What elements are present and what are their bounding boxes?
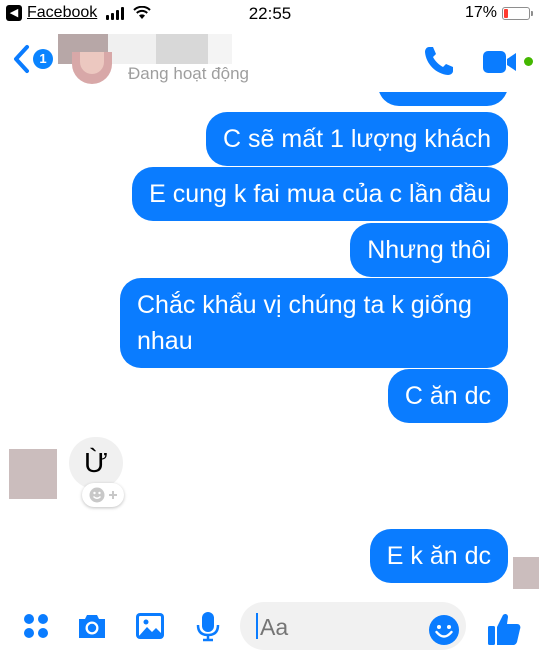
avatar-face [80,52,104,74]
online-indicator [524,57,533,66]
text-caret [256,613,258,639]
apps-grid-icon[interactable] [20,610,52,642]
microphone-icon[interactable] [192,610,224,642]
message-bubble-outgoing[interactable]: E cung k fai mua của c lần đầu [132,167,508,221]
message-bubble-outgoing[interactable]: Chắc khẩu vị chúng ta k giống nhau [120,278,508,368]
message-bubble-outgoing[interactable]: C sẽ mất 1 lượng khách [206,112,508,166]
contact-avatar[interactable] [72,52,112,84]
battery-status: 17% [464,4,533,22]
message-bubble-outgoing[interactable]: Nhưng thôi [350,223,508,277]
emoji-icon[interactable] [428,614,460,646]
photo-icon[interactable] [134,610,166,642]
back-button[interactable]: 1 [12,44,53,74]
clock: 22:55 [248,4,292,23]
phone-icon[interactable] [422,44,456,78]
seen-receipt-avatar-redacted [513,557,539,589]
contact-status: Đang hoạt động [128,64,249,83]
battery-percent: 17% [464,4,497,21]
message-input[interactable] [260,614,410,641]
message-bubble-incoming[interactable]: Ừ [69,437,123,489]
camera-icon[interactable] [76,610,108,642]
thumbs-up-icon[interactable] [486,611,522,647]
conversation-header: 1 Đang hoạt động [0,30,540,92]
video-camera-icon[interactable] [482,48,518,76]
message-bubble-outgoing[interactable]: C ăn dc [387,369,508,423]
add-reaction-icon [89,487,117,503]
sender-avatar-redacted [9,449,57,499]
message-bubble-outgoing[interactable]: E k ăn dc [369,529,508,583]
status-bar: ◀ Facebook 22:55 17% [0,0,540,30]
message-bubble-partial[interactable] [378,92,508,106]
back-chevron-icon [14,45,29,73]
battery-icon [502,6,533,20]
message-list[interactable]: C sẽ mất 1 lượng khách E cung k fai mua … [0,92,540,596]
battery-fill [504,8,509,18]
add-reaction-button[interactable] [82,483,124,507]
unread-badge: 1 [33,49,53,69]
